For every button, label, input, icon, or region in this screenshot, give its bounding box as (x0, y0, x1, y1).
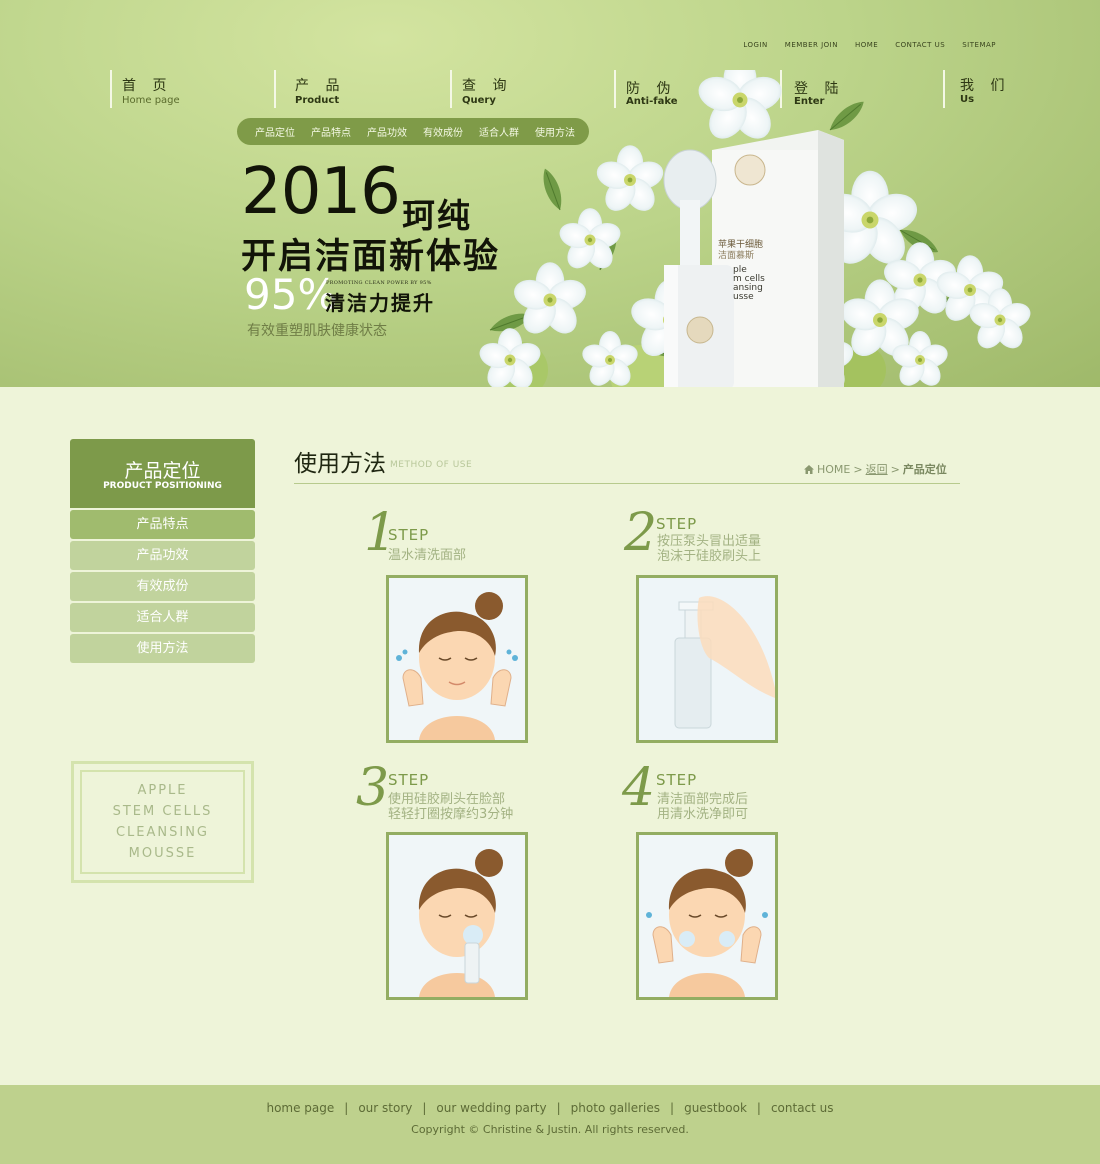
footer-link-wedding[interactable]: our wedding party (436, 1101, 546, 1115)
step-label: STEP (388, 771, 430, 789)
page-title-en: METHOD OF USE (390, 460, 473, 470)
product-box-label-en: ple m cells ansing usse (733, 265, 765, 302)
product-logo-inner: APPLE STEM CELLS CLEANSING MOUSSE (80, 770, 245, 874)
header-banner: LOGIN MEMBER JOIN HOME CONTACT US SITEMA… (0, 0, 1100, 387)
home-link[interactable]: HOME (855, 41, 878, 49)
footer-link-guestbook[interactable]: guestbook (684, 1101, 747, 1115)
contact-us-link[interactable]: CONTACT US (895, 41, 945, 49)
footer-link-home[interactable]: home page (266, 1101, 334, 1115)
step-label: STEP (656, 771, 698, 789)
step-description-line: 轻轻打圈按摩约3分钟 (388, 807, 514, 822)
step-description: 清洁面部完成后 用清水洗净即可 (657, 792, 748, 822)
footer-link-story[interactable]: our story (358, 1101, 412, 1115)
page-title: 使用方法 (294, 451, 386, 477)
nav-divider (110, 70, 112, 108)
footer-separator: | (756, 1101, 761, 1115)
face-rinse-illustration (639, 835, 775, 997)
footer-links: home page | our story | our wedding part… (0, 1101, 1100, 1115)
footer-separator: | (422, 1101, 427, 1115)
sidebar-header-en: PRODUCT POSITIONING (103, 481, 222, 491)
product-logo-box: APPLE STEM CELLS CLEANSING MOUSSE (71, 761, 254, 883)
sidebar-item-ingredients[interactable]: 有效成份 (70, 572, 255, 601)
hero-year: 2016 (241, 155, 401, 229)
logo-line: APPLE (137, 783, 188, 798)
top-links: LOGIN MEMBER JOIN HOME CONTACT US SITEMA… (743, 41, 996, 49)
logo-line: MOUSSE (128, 846, 197, 861)
hero-clean-text: 清洁力提升 (325, 291, 435, 315)
subnav-positioning[interactable]: 产品定位 (255, 124, 295, 139)
hero-small-en: PROMOTING CLEAN POWER BY 95% (326, 280, 432, 286)
step-description-line: 按压泵头冒出适量 (657, 534, 762, 549)
member-join-link[interactable]: MEMBER JOIN (785, 41, 838, 49)
step-description-line: 泡沫于硅胶刷头上 (657, 549, 762, 564)
sidebar-item-features[interactable]: 产品特点 (70, 510, 255, 539)
sidebar-header-cn: 产品定位 (124, 460, 201, 482)
footer-separator: | (556, 1101, 561, 1115)
sidebar-header: 产品定位 PRODUCT POSITIONING (70, 439, 255, 508)
breadcrumb-home[interactable]: HOME (817, 463, 850, 476)
sidebar-item-usage[interactable]: 使用方法 (70, 634, 255, 663)
nav-item-product[interactable]: 产 品 Product (274, 70, 394, 110)
sidebar-item-effects[interactable]: 产品功效 (70, 541, 255, 570)
footer-link-contact[interactable]: contact us (771, 1101, 834, 1115)
step-description-line: 用清水洗净即可 (657, 807, 749, 822)
login-link[interactable]: LOGIN (743, 41, 767, 49)
step-label: STEP (388, 526, 430, 544)
step-illustration (636, 832, 778, 1000)
nav-label-cn: 首 页 (122, 78, 173, 94)
breadcrumb: HOME > 返回 > 产品定位 (804, 461, 947, 477)
copyright: Copyright © Christine & Justin. All righ… (411, 1123, 689, 1136)
subnav-features[interactable]: 产品特点 (311, 124, 351, 139)
hero-subtitle: 有效重塑肌肤健康状态 (247, 323, 387, 339)
face-massage-illustration (389, 835, 525, 997)
home-icon (804, 464, 814, 474)
title-divider (294, 483, 960, 484)
step-number: 2 (624, 503, 658, 563)
footer: home page | our story | our wedding part… (0, 1085, 1100, 1164)
nav-label-en: Product (295, 95, 340, 106)
step-description-line: 使用硅胶刷头在脸部 (388, 792, 506, 807)
face-washing-illustration (389, 578, 525, 740)
step-illustration (636, 575, 778, 743)
footer-separator: | (344, 1101, 349, 1115)
nav-label-cn: 产 品 (295, 78, 346, 94)
step-description: 使用硅胶刷头在脸部 轻轻打圈按摩约3分钟 (388, 792, 513, 822)
pump-bottle-illustration (639, 578, 775, 740)
step-illustration (386, 575, 528, 743)
product-box-label-cn: 苹果干细胞 (718, 240, 764, 250)
sidebar-item-suitable[interactable]: 适合人群 (70, 603, 255, 632)
nav-label-en: Home page (122, 95, 180, 106)
logo-line: CLEANSING (115, 825, 210, 840)
step-description-line: 温水清洗面部 (388, 548, 467, 563)
breadcrumb-separator: > (890, 462, 900, 476)
logo-line: STEM CELLS (112, 804, 213, 819)
product-box-label: 苹果干细胞 洁面慕斯 (718, 240, 763, 262)
step-illustration (386, 832, 528, 1000)
footer-link-photos[interactable]: photo galleries (571, 1101, 660, 1115)
breadcrumb-current: 产品定位 (902, 463, 947, 476)
sitemap-link[interactable]: SITEMAP (962, 41, 996, 49)
step-label: STEP (656, 515, 698, 533)
nav-item-home[interactable]: 首 页 Home page (110, 70, 230, 110)
step-number: 3 (356, 758, 390, 818)
step-description: 按压泵头冒出适量 泡沫于硅胶刷头上 (657, 534, 761, 564)
step-number: 4 (622, 758, 656, 818)
breadcrumb-separator: > (853, 462, 863, 476)
step-description: 温水清洗面部 (388, 548, 466, 563)
breadcrumb-back[interactable]: 返回 (866, 461, 888, 477)
step-description-line: 清洁面部完成后 (657, 792, 749, 807)
hero-percent: 95% (244, 270, 338, 319)
nav-divider (274, 70, 276, 108)
product-box-label-cn2: 洁面慕斯 (718, 251, 755, 261)
footer-separator: | (670, 1101, 675, 1115)
